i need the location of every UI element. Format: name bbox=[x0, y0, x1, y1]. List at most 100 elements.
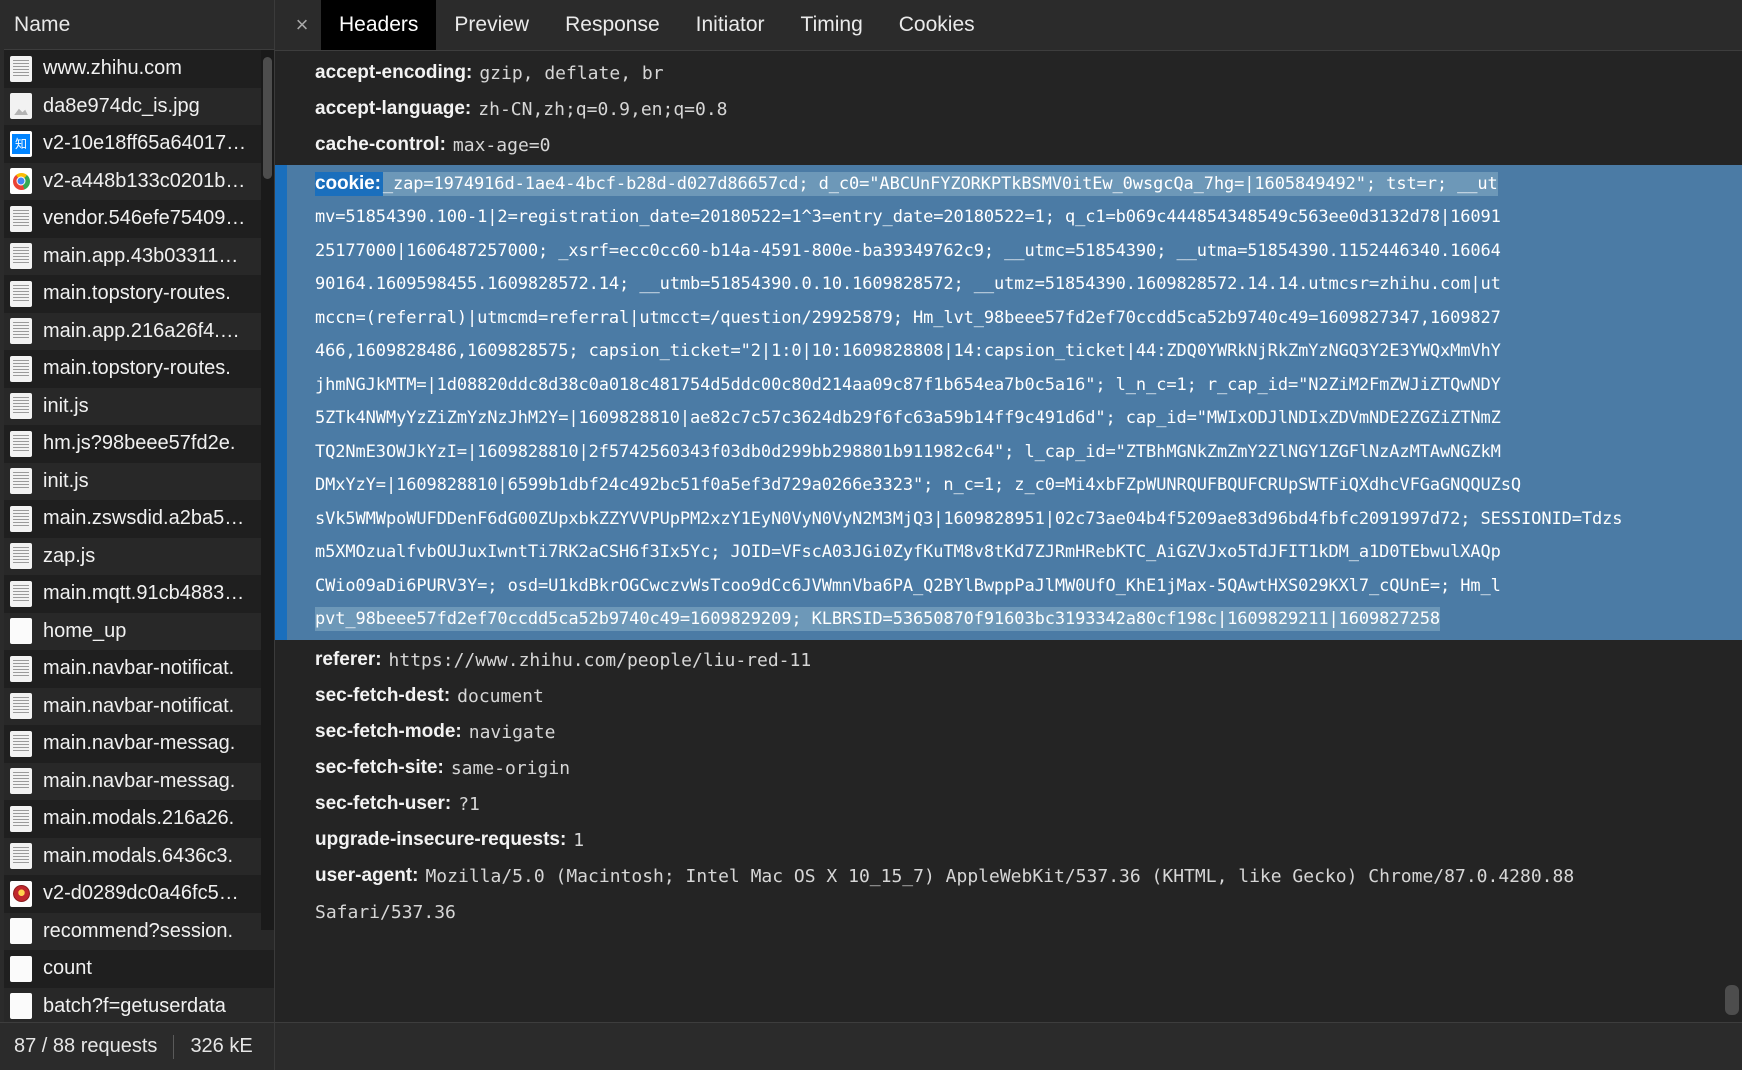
header-value: zh-CN,zh;q=0.9,en;q=0.8 bbox=[478, 98, 728, 120]
request-name-label: recommend?session. bbox=[43, 919, 234, 942]
request-list-item[interactable]: zap.js bbox=[0, 537, 274, 575]
request-list-item[interactable]: batch?f=getuserdata bbox=[0, 987, 274, 1025]
request-list-item[interactable]: main.navbar-notificat. bbox=[0, 650, 274, 688]
header-row: accept-encoding: gzip, deflate, br bbox=[275, 55, 1742, 91]
document-icon bbox=[10, 355, 32, 382]
tab-cookies[interactable]: Cookies bbox=[881, 0, 993, 50]
header-key: sec-fetch-dest: bbox=[315, 685, 451, 706]
request-name-label: main.zswsdid.a2ba5… bbox=[43, 507, 245, 530]
request-list-item[interactable]: recommend?session. bbox=[0, 912, 274, 950]
document-icon bbox=[10, 693, 32, 720]
request-list-item[interactable]: www.zhihu.com bbox=[0, 50, 274, 88]
request-list-item[interactable]: main.topstory-routes. bbox=[0, 275, 274, 313]
header-row: sec-fetch-user: ?1 bbox=[275, 786, 1742, 822]
cookie-value-line: 5ZTk4NWMyYzZiZmYzNzJhM2Y=|1609828810|ae8… bbox=[315, 408, 1501, 429]
cookie-value-line: DMxYzY=|1609828810|6599b1dbf24c492bc51f0… bbox=[315, 475, 1522, 496]
tab-timing[interactable]: Timing bbox=[783, 0, 881, 50]
cookie-key-label: cookie: bbox=[315, 171, 383, 196]
detail-tab-bar: × Headers Preview Response Initiator Timing C… bbox=[275, 0, 1742, 51]
column-header-name[interactable]: Name bbox=[0, 0, 274, 50]
request-list-item[interactable]: home_up bbox=[0, 612, 274, 650]
cookie-header-row-selected[interactable]: cookie: _zap=1974916d-1ae4-4bcf-b28d-d02… bbox=[275, 165, 1742, 640]
header-value: gzip, deflate, br bbox=[479, 62, 664, 84]
document-icon bbox=[10, 730, 32, 757]
header-value-user-agent-line2: Safari/537.36 bbox=[315, 901, 456, 923]
request-headers-after-cookie: referer: https://www.zhihu.com/people/liu… bbox=[275, 642, 1742, 858]
cookie-value-line: mccn=(referral)|utmcmd=referral|utmcct=/… bbox=[315, 307, 1501, 328]
cookie-value-line: jhmNGJkMTM=|1d08820ddc8d38c0a018c481754d… bbox=[315, 374, 1501, 395]
cookie-value-line: CWio09aDi6PURV3Y=; osd=U1kdBkrOGCwczvWsT… bbox=[315, 575, 1501, 596]
request-name-label: init.js bbox=[43, 394, 89, 417]
close-icon[interactable]: × bbox=[283, 0, 321, 50]
request-name-label: main.navbar-messag. bbox=[43, 732, 236, 755]
request-name-label: hm.js?98beee57fd2e. bbox=[43, 432, 236, 455]
document-icon bbox=[10, 843, 32, 870]
request-name-label: v2-d0289dc0a46fc5… bbox=[43, 882, 239, 905]
tab-preview[interactable]: Preview bbox=[436, 0, 547, 50]
request-list-item[interactable]: count bbox=[0, 950, 274, 988]
request-list-item[interactable]: main.navbar-notificat. bbox=[0, 687, 274, 725]
document-icon bbox=[10, 768, 32, 795]
header-key: accept-language: bbox=[315, 98, 472, 119]
header-row: referer: https://www.zhihu.com/people/liu… bbox=[275, 642, 1742, 678]
document-icon bbox=[10, 205, 32, 232]
headers-content[interactable]: accept-encoding: gzip, deflate, br accept-… bbox=[275, 51, 1742, 1070]
chrome-favicon-icon bbox=[10, 168, 32, 195]
request-list[interactable]: www.zhihu.com da8e974dc_is.jpg v2-10e18ff6… bbox=[0, 50, 274, 1070]
document-icon bbox=[10, 468, 32, 495]
request-list-item[interactable]: v2-10e18ff65a64017… bbox=[0, 125, 274, 163]
request-list-item[interactable]: main.zswsdid.a2ba5… bbox=[0, 500, 274, 538]
request-list-item[interactable]: main.modals.6436c3. bbox=[0, 837, 274, 875]
header-key-user-agent: user-agent: bbox=[315, 865, 419, 886]
request-name-label: v2-10e18ff65a64017… bbox=[43, 132, 247, 155]
blank-icon bbox=[10, 618, 32, 645]
cookie-value-line: TQ2NmE3OWJkYzI=|1609828810|2f5742560343f… bbox=[315, 441, 1501, 462]
header-key: accept-encoding: bbox=[315, 62, 473, 83]
request-name-label: main.app.43b03311… bbox=[43, 244, 239, 267]
document-icon bbox=[10, 805, 32, 832]
request-list-item[interactable]: v2-d0289dc0a46fc5… bbox=[0, 875, 274, 913]
blank-icon bbox=[10, 993, 32, 1020]
request-name-label: da8e974dc_is.jpg bbox=[43, 94, 200, 117]
header-row: sec-fetch-mode: navigate bbox=[275, 714, 1742, 750]
request-list-item[interactable]: main.navbar-messag. bbox=[0, 725, 274, 763]
request-list-item[interactable]: main.app.43b03311… bbox=[0, 237, 274, 275]
header-value: document bbox=[457, 685, 544, 707]
request-name-label: main.navbar-notificat. bbox=[43, 657, 235, 680]
tab-headers[interactable]: Headers bbox=[321, 0, 437, 50]
document-icon bbox=[10, 580, 32, 607]
blank-icon bbox=[10, 955, 32, 982]
header-key: sec-fetch-user: bbox=[315, 793, 452, 814]
request-list-item[interactable]: v2-a448b133c0201b… bbox=[0, 162, 274, 200]
request-list-item[interactable]: hm.js?98beee57fd2e. bbox=[0, 425, 274, 463]
request-list-item[interactable]: init.js bbox=[0, 387, 274, 425]
request-list-item[interactable]: main.navbar-messag. bbox=[0, 762, 274, 800]
request-list-item[interactable]: vendor.546efe75409… bbox=[0, 200, 274, 238]
network-status-bar: 87 / 88 requests 326 kE bbox=[0, 1022, 274, 1070]
request-name-label: count bbox=[43, 957, 92, 980]
tab-initiator[interactable]: Initiator bbox=[678, 0, 783, 50]
request-list-panel: Name www.zhihu.com da8e974dc_is.jpg v2-10e… bbox=[0, 0, 275, 1070]
document-icon bbox=[10, 655, 32, 682]
cookie-value-line: sVk5WMWpoWUFDDenF6dG00ZUpxbkZZYVVPUpPM2x… bbox=[315, 508, 1623, 529]
request-name-label: main.modals.6436c3. bbox=[43, 844, 234, 867]
request-list-item[interactable]: main.mqtt.91cb4883… bbox=[0, 575, 274, 613]
request-list-item[interactable]: init.js bbox=[0, 462, 274, 500]
scrollbar-thumb[interactable] bbox=[263, 57, 272, 179]
request-count-label: 87 / 88 requests bbox=[14, 1035, 158, 1057]
header-row: upgrade-insecure-requests: 1 bbox=[275, 822, 1742, 858]
header-key: sec-fetch-site: bbox=[315, 757, 444, 778]
request-name-label: init.js bbox=[43, 469, 89, 492]
request-list-item[interactable]: main.topstory-routes. bbox=[0, 350, 274, 388]
image-icon bbox=[10, 93, 32, 120]
request-list-item[interactable]: main.modals.216a26. bbox=[0, 800, 274, 838]
tab-response[interactable]: Response bbox=[547, 0, 678, 50]
header-key: referer: bbox=[315, 649, 382, 670]
header-row: accept-language: zh-CN,zh;q=0.9,en;q=0.8 bbox=[275, 91, 1742, 127]
request-list-scrollbar[interactable] bbox=[261, 50, 274, 930]
request-name-label: main.topstory-routes. bbox=[43, 357, 231, 380]
detail-scrollbar-thumb[interactable] bbox=[1725, 985, 1739, 1015]
request-list-item[interactable]: main.app.216a26f4.… bbox=[0, 312, 274, 350]
document-icon bbox=[10, 243, 32, 270]
request-list-item[interactable]: da8e974dc_is.jpg bbox=[0, 87, 274, 125]
